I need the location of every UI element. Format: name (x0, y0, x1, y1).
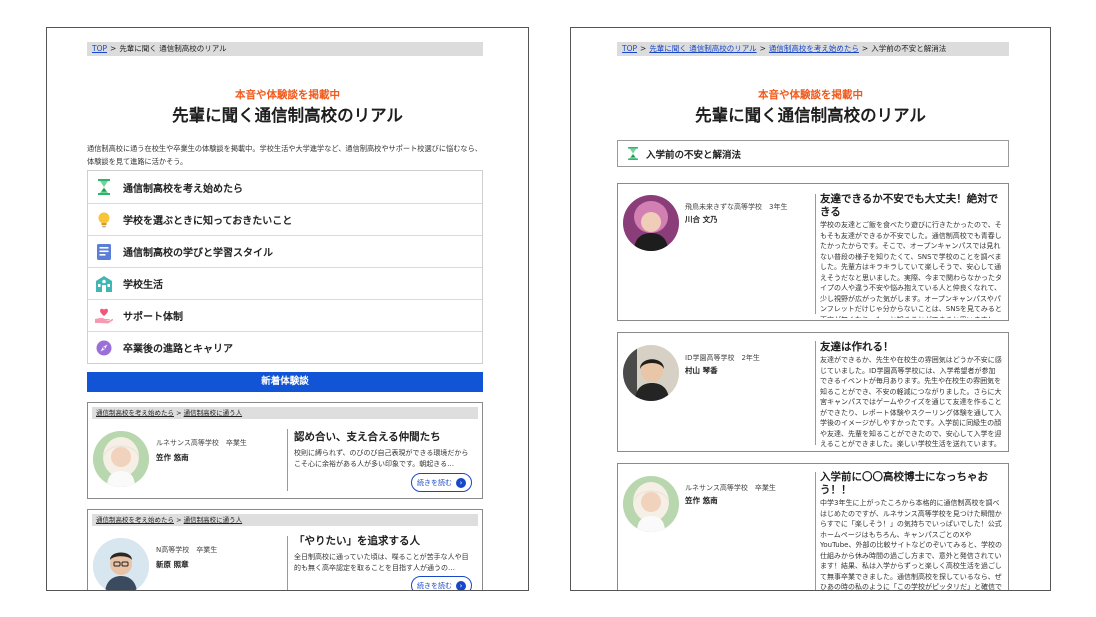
card-body: 中学3年生に上がったころから本格的に通信制高校を調べはじめたのですが、ルネサンス… (820, 499, 1002, 591)
card-divider (815, 472, 816, 590)
intro-text: 通信制高校に通う在校生や卒業生の体験談を掲載中。学校生活や大学進学など、通信制高… (87, 144, 482, 166)
chevron-right-icon: › (456, 580, 466, 590)
person-name: 笠作 悠南 (156, 453, 189, 462)
card-heading: 「やりたい」を追求する人 (294, 535, 420, 547)
card-body: 友達ができるか、先生や在校生の雰囲気はどうか不安に感じていました。ID学園高等学… (820, 356, 1002, 448)
menu-item-label: 通信制高校を考え始めたら (123, 183, 243, 195)
school-building-icon (95, 275, 113, 293)
menu-item-school-life[interactable]: 学校生活 (88, 267, 482, 299)
category-menu: 通信制高校を考え始めたら 学校を選ぶときに知っておきたいこと 通信制高校の学びと… (87, 170, 483, 364)
breadcrumb-top-link[interactable]: TOP (622, 44, 637, 53)
breadcrumb-separator: > (640, 44, 647, 53)
card-excerpt: 校則に縛られず、のびのび自己表現ができる環境だからこそ心に余裕がある人が多い印象… (294, 449, 469, 468)
card-heading: 入学前に〇〇高校博士になっちゃおう！！ (820, 471, 988, 496)
hourglass-icon (95, 178, 113, 196)
school-name: ID学園高等学校 2年生 (685, 354, 760, 362)
story-card[interactable]: 飛鳥未来きずな高等学校 3年生 川合 文乃 友達できるか不安でも大丈夫！絶対でき… (617, 183, 1009, 321)
breadcrumb-current: 入学前の不安と解消法 (871, 44, 947, 53)
card-excerpt: 全日制高校に通っていた頃は、喋ることが苦手な人や目的も無く高卒認定を取ることを目… (294, 553, 469, 572)
chevron-right-icon: › (456, 477, 466, 488)
card-divider (287, 429, 288, 491)
avatar (623, 476, 679, 532)
read-more-label: 続きを読む (417, 581, 452, 590)
card-crumb-separator: > (176, 409, 182, 417)
page-kicker: 本音や体験談を掲載中 (235, 89, 340, 101)
menu-item-label: 卒業後の進路とキャリア (123, 344, 233, 355)
card-heading: 友達できるか不安でも大丈夫！絶対できる (820, 193, 999, 218)
read-more-button[interactable]: 続きを読む › (411, 576, 472, 590)
new-stories-header: 新着体験談 (87, 372, 483, 392)
breadcrumb-link[interactable]: 先輩に聞く 通信制高校のリアル (649, 44, 756, 53)
page-title: 先輩に聞く通信制高校のリアル (695, 106, 926, 125)
breadcrumb: TOP > 先輩に聞く 通信制高校のリアル (87, 42, 483, 56)
story-card[interactable]: 通信制高校を考え始めたら > 通信制高校に通う人 N高等学校 卒業生 新原 照章… (87, 509, 483, 590)
card-crumb-link[interactable]: 通信制高校を考え始めたら (96, 409, 174, 417)
card-divider (815, 341, 816, 445)
breadcrumb: TOP > 先輩に聞く 通信制高校のリアル > 通信制高校を考え始めたら > 入学前の不安と… (617, 42, 1009, 56)
compass-icon (95, 339, 113, 357)
person-name: 川合 文乃 (685, 215, 718, 224)
hourglass-icon (626, 147, 640, 161)
menu-item-label: サポート体制 (123, 312, 183, 323)
avatar (623, 345, 679, 401)
menu-item-career[interactable]: 卒業後の進路とキャリア (88, 331, 482, 363)
card-divider (287, 536, 288, 590)
menu-item-choosing[interactable]: 学校を選ぶときに知っておきたいこと (88, 203, 482, 235)
page-kicker: 本音や体験談を掲載中 (758, 89, 863, 101)
card-heading: 友達は作れる！ (820, 341, 894, 353)
story-card[interactable]: ID学園高等学校 2年生 村山 琴香 友達は作れる！ 友達ができるか、先生や在校… (617, 332, 1009, 452)
section-heading-label: 入学前の不安と解消法 (646, 149, 742, 161)
page-title: 先輩に聞く通信制高校のリアル (172, 106, 403, 125)
avatar (93, 538, 149, 590)
card-crumb-link[interactable]: 通信制高校に通う人 (184, 516, 243, 524)
person-name: 笠作 悠南 (685, 496, 718, 505)
menu-item-start[interactable]: 通信制高校を考え始めたら (88, 171, 482, 203)
card-breadcrumb: 通信制高校を考え始めたら > 通信制高校に通う人 (92, 407, 478, 419)
avatar (93, 431, 149, 487)
section-heading: 入学前の不安と解消法 (617, 140, 1009, 167)
story-card[interactable]: ルネサンス高等学校 卒業生 笠作 悠南 入学前に〇〇高校博士になっちゃおう！！ … (617, 463, 1009, 591)
read-more-button[interactable]: 続きを読む › (411, 473, 472, 492)
card-breadcrumb: 通信制高校を考え始めたら > 通信制高校に通う人 (92, 514, 478, 526)
breadcrumb-current: 先輩に聞く 通信制高校のリアル (119, 44, 227, 53)
breadcrumb-separator: > (110, 44, 117, 53)
avatar (623, 195, 679, 251)
lightbulb-icon (95, 211, 113, 229)
menu-item-support[interactable]: サポート体制 (88, 299, 482, 331)
school-name: ルネサンス高等学校 卒業生 (685, 484, 776, 492)
card-crumb-link[interactable]: 通信制高校を考え始めたら (96, 516, 174, 524)
menu-item-learning[interactable]: 通信制高校の学びと学習スタイル (88, 235, 482, 267)
card-body: 学校の友達とご飯を食べたり遊びに行きたかったので、そもそも友達ができるか不安でし… (820, 221, 1002, 318)
read-more-label: 続きを読む (417, 478, 452, 487)
card-divider (815, 194, 816, 314)
school-name: N高等学校 卒業生 (156, 546, 218, 554)
breadcrumb-separator: > (861, 44, 869, 53)
card-crumb-separator: > (176, 516, 182, 524)
story-card[interactable]: 通信制高校を考え始めたら > 通信制高校に通う人 ルネサンス高等学校 卒業生 笠… (87, 402, 483, 499)
breadcrumb-link[interactable]: 通信制高校を考え始めたら (769, 44, 859, 53)
school-name: ルネサンス高等学校 卒業生 (156, 439, 247, 447)
book-icon (95, 243, 113, 261)
person-name: 村山 琴香 (685, 366, 718, 375)
menu-item-label: 通信制高校の学びと学習スタイル (123, 248, 273, 259)
menu-item-label: 学校生活 (123, 280, 163, 291)
helping-hand-icon (95, 307, 113, 325)
menu-item-label: 学校を選ぶときに知っておきたいこと (123, 216, 293, 227)
breadcrumb-separator: > (759, 44, 766, 53)
person-name: 新原 照章 (156, 560, 189, 569)
card-crumb-link[interactable]: 通信制高校に通う人 (184, 409, 243, 417)
card-heading: 認め合い、支え合える仲間たち (294, 431, 441, 443)
right-page-screenshot: TOP > 先輩に聞く 通信制高校のリアル > 通信制高校を考え始めたら > 入学前の不安と… (570, 27, 1051, 591)
left-page-screenshot: TOP > 先輩に聞く 通信制高校のリアル 本音や体験談を掲載中 先輩に聞く通信制高… (46, 27, 529, 591)
breadcrumb-top-link[interactable]: TOP (92, 44, 107, 53)
school-name: 飛鳥未来きずな高等学校 3年生 (685, 203, 788, 211)
